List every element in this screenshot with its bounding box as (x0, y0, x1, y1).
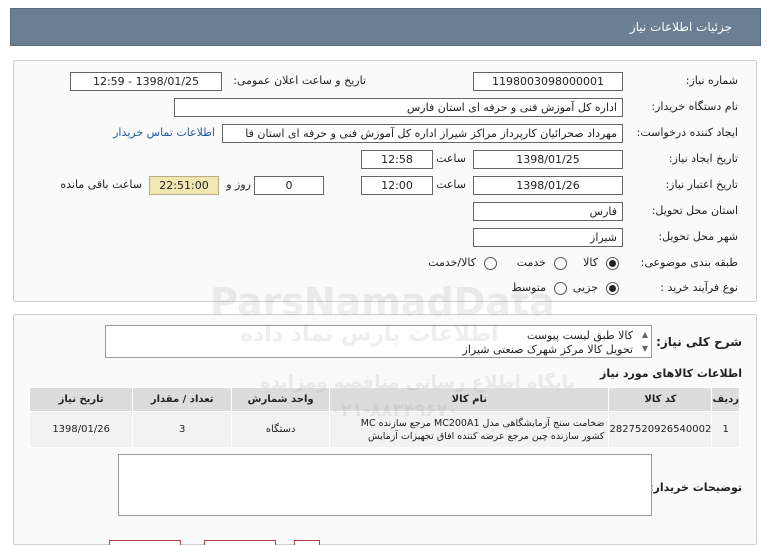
summary-line-2: تحویل کالا مرکز شهرک صنعتی شیراز (462, 343, 633, 356)
delivery-province-field: فارس (473, 202, 623, 221)
validity-time-field: 12:00 (361, 176, 433, 195)
row-unit: دستگاه (231, 411, 331, 448)
goods-panel: شرح کلی نیاز: ▲ ▼ کالا طبق لیست پیوست تحو… (13, 314, 757, 545)
remaining-days-field: 0 (254, 176, 324, 195)
delivery-province-label: استان محل تحویل: (651, 204, 738, 217)
goods-table: ردیف کد کالا نام کالا واحد شمارش تعداد /… (28, 387, 740, 448)
col-qty-header: تعداد / مقدار (132, 387, 233, 412)
delivery-city-label: شهر محل تحویل: (658, 230, 738, 243)
row-name: ضخامت سنج آزمایشگاهی مدل MC200A1 مرجع سا… (329, 411, 610, 448)
col-name-header: نام کالا (329, 387, 610, 412)
action-button-3[interactable] (294, 540, 320, 545)
validity-time-label: ساعت (436, 178, 466, 191)
row-name-line-2: کشور سازنده چین مرجع عرضه کننده افاق تجه… (367, 430, 605, 442)
row-name-line-1: ضخامت سنج آزمایشگاهی مدل MC200A1 مرجع سا… (360, 417, 605, 429)
action-button-1[interactable] (109, 540, 181, 545)
category-goods-label: کالا (583, 256, 598, 269)
buyer-org-label: نام دستگاه خریدار: (651, 100, 738, 113)
goods-table-header: ردیف کد کالا نام کالا واحد شمارش تعداد /… (28, 387, 740, 412)
summary-label: شرح کلی نیاز: (656, 335, 742, 349)
col-code-header: کد کالا (608, 387, 713, 412)
category-service-label: خدمت (516, 256, 546, 269)
days-label: روز و (226, 178, 251, 191)
need-number-label: شماره نیاز: (685, 74, 738, 87)
col-date-header: تاریخ نیاز (28, 387, 134, 412)
table-row[interactable]: 1 2827520926540002 ضخامت سنج آزمایشگاهی … (28, 411, 740, 448)
action-button-2[interactable] (204, 540, 276, 545)
created-date-field: 1398/01/25 (473, 150, 623, 169)
col-unit-header: واحد شمارش (231, 387, 331, 412)
page-header: جزئیات اطلاعات نیاز (10, 8, 761, 46)
buyer-contact-link[interactable]: اطلاعات تماس خریدار (113, 126, 215, 139)
delivery-city-field: شیراز (473, 228, 623, 247)
announce-datetime-field: 1398/01/25 - 12:59 (70, 72, 222, 91)
category-goods-radio[interactable] (606, 257, 619, 270)
row-qty: 3 (132, 411, 233, 448)
created-time-label: ساعت (436, 152, 466, 165)
process-medium-label: متوسط (511, 281, 546, 294)
buyer-org-field: اداره کل آموزش فنی و حرفه ای استان فارس (174, 98, 623, 117)
summary-textarea[interactable]: ▲ ▼ کالا طبق لیست پیوست تحویل کالا مرکز ش… (105, 325, 652, 358)
row-code: 2827520926540002 (608, 411, 713, 448)
process-minor-radio[interactable] (606, 282, 619, 295)
announce-datetime-label: تاریخ و ساعت اعلان عمومی: (233, 74, 366, 87)
goods-section-title: اطلاعات کالاهای مورد نیاز (600, 367, 742, 380)
col-row-header: ردیف (711, 387, 740, 412)
request-creator-field: مهرداد صحرائیان کارپرداز مراکز شیراز ادا… (222, 124, 623, 143)
process-minor-label: جزیی (572, 281, 598, 294)
validity-date-label: تاریخ اعتبار نیاز: (665, 178, 738, 191)
need-details-panel: شماره نیاز: 1198003098000001 تاریخ و ساع… (13, 60, 757, 302)
request-creator-label: ایجاد کننده درخواست: (636, 126, 738, 139)
created-date-label: تاریخ ایجاد نیاز: (668, 152, 738, 165)
buyer-notes-label: توضیحات خریدار: (649, 481, 742, 494)
category-goods-service-label: کالا/خدمت (428, 256, 476, 269)
process-medium-radio[interactable] (554, 282, 567, 295)
remaining-time-field: 22:51:00 (149, 176, 219, 195)
category-goods-service-radio[interactable] (484, 257, 497, 270)
row-date: 1398/01/26 (28, 411, 134, 448)
created-time-field: 12:58 (361, 150, 433, 169)
buyer-notes-box[interactable] (118, 454, 652, 516)
scroll-arrows-icon[interactable]: ▲ ▼ (642, 328, 648, 356)
category-label: طبقه بندی موضوعی: (640, 256, 738, 269)
need-number-field: 1198003098000001 (473, 72, 623, 91)
remaining-label: ساعت باقی مانده (60, 178, 142, 191)
process-type-label: نوع فرآیند خرید : (660, 281, 738, 294)
page-title: جزئیات اطلاعات نیاز (629, 20, 732, 34)
validity-date-field: 1398/01/26 (473, 176, 623, 195)
category-service-radio[interactable] (554, 257, 567, 270)
summary-line-1: کالا طبق لیست پیوست (527, 329, 633, 342)
row-index: 1 (711, 411, 740, 448)
